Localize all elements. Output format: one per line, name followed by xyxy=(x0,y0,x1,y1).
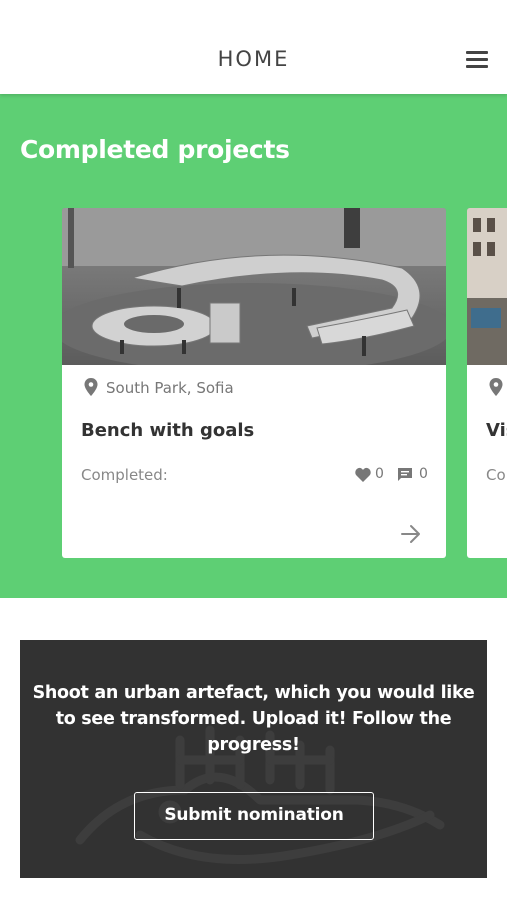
bird-logo-watermark xyxy=(75,725,445,864)
project-title[interactable]: Bench with goals xyxy=(81,420,254,441)
location-pin-icon xyxy=(489,378,503,396)
project-status: Co xyxy=(486,466,506,484)
project-photo xyxy=(467,208,507,365)
project-location: South Park, Sofia xyxy=(106,379,234,397)
section-title: Completed projects xyxy=(20,135,290,164)
top-app-bar: HOME xyxy=(0,0,507,94)
page-title: HOME xyxy=(217,47,290,71)
likes-count: 0 xyxy=(375,466,384,482)
project-status: Completed: xyxy=(81,466,168,484)
project-card[interactable]: South Park, Sofia Bench with goals Compl… xyxy=(62,208,446,558)
project-title[interactable]: Vis xyxy=(486,420,507,441)
project-card[interactable]: Vis Co xyxy=(467,208,507,558)
comments-count: 0 xyxy=(419,466,428,482)
comment-icon[interactable] xyxy=(397,467,413,482)
nomination-banner: Shoot an urban artefact, which you would… xyxy=(20,640,487,878)
location-pin-icon xyxy=(84,378,98,396)
heart-icon[interactable] xyxy=(355,467,371,482)
hamburger-menu-icon[interactable] xyxy=(466,51,488,68)
submit-nomination-button[interactable]: Submit nomination xyxy=(134,792,374,840)
project-photo xyxy=(62,208,446,365)
banner-message: Shoot an urban artefact, which you would… xyxy=(32,683,475,755)
arrow-right-icon[interactable] xyxy=(400,524,422,544)
completed-projects-section: Completed projects South Park, Sofia Ben… xyxy=(0,94,507,598)
